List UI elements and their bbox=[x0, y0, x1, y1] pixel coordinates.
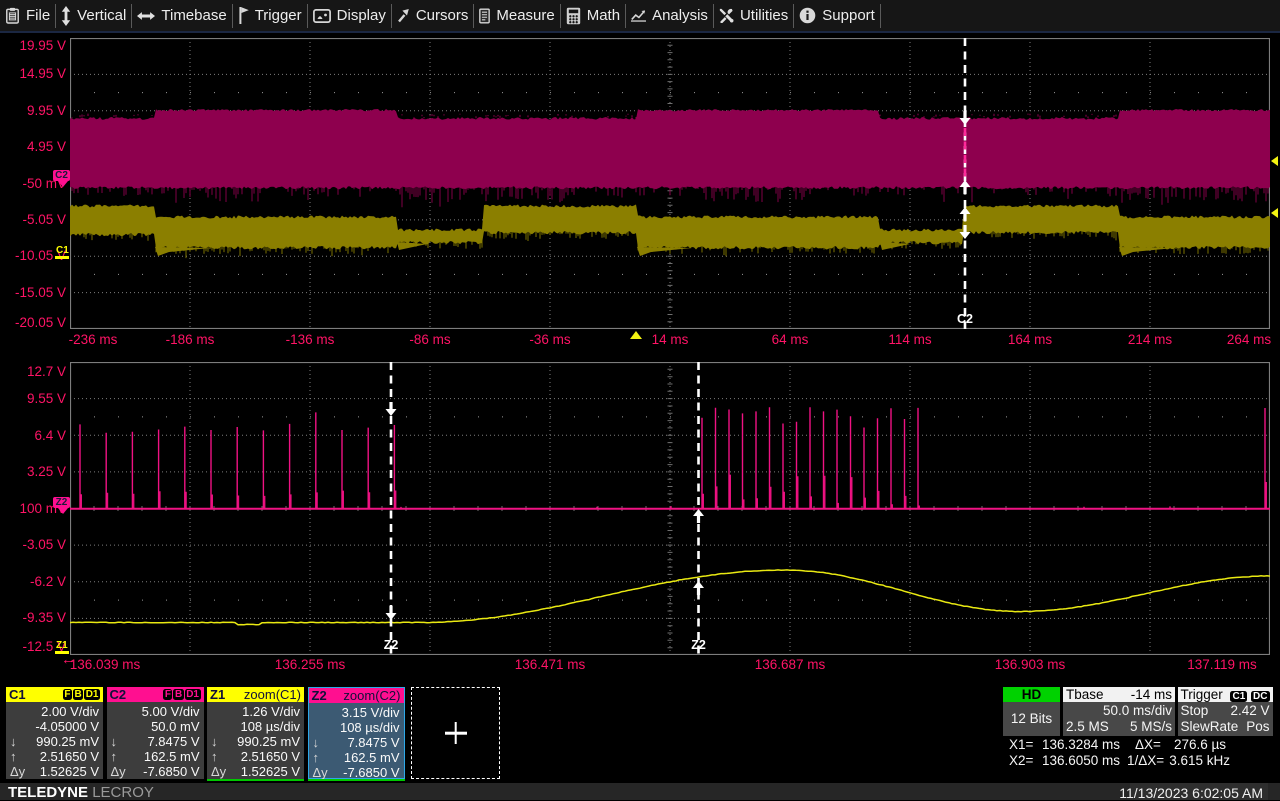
svg-text:Z2: Z2 bbox=[691, 638, 706, 652]
svg-text:C2: C2 bbox=[957, 312, 973, 326]
svg-text:Z2: Z2 bbox=[384, 638, 399, 652]
